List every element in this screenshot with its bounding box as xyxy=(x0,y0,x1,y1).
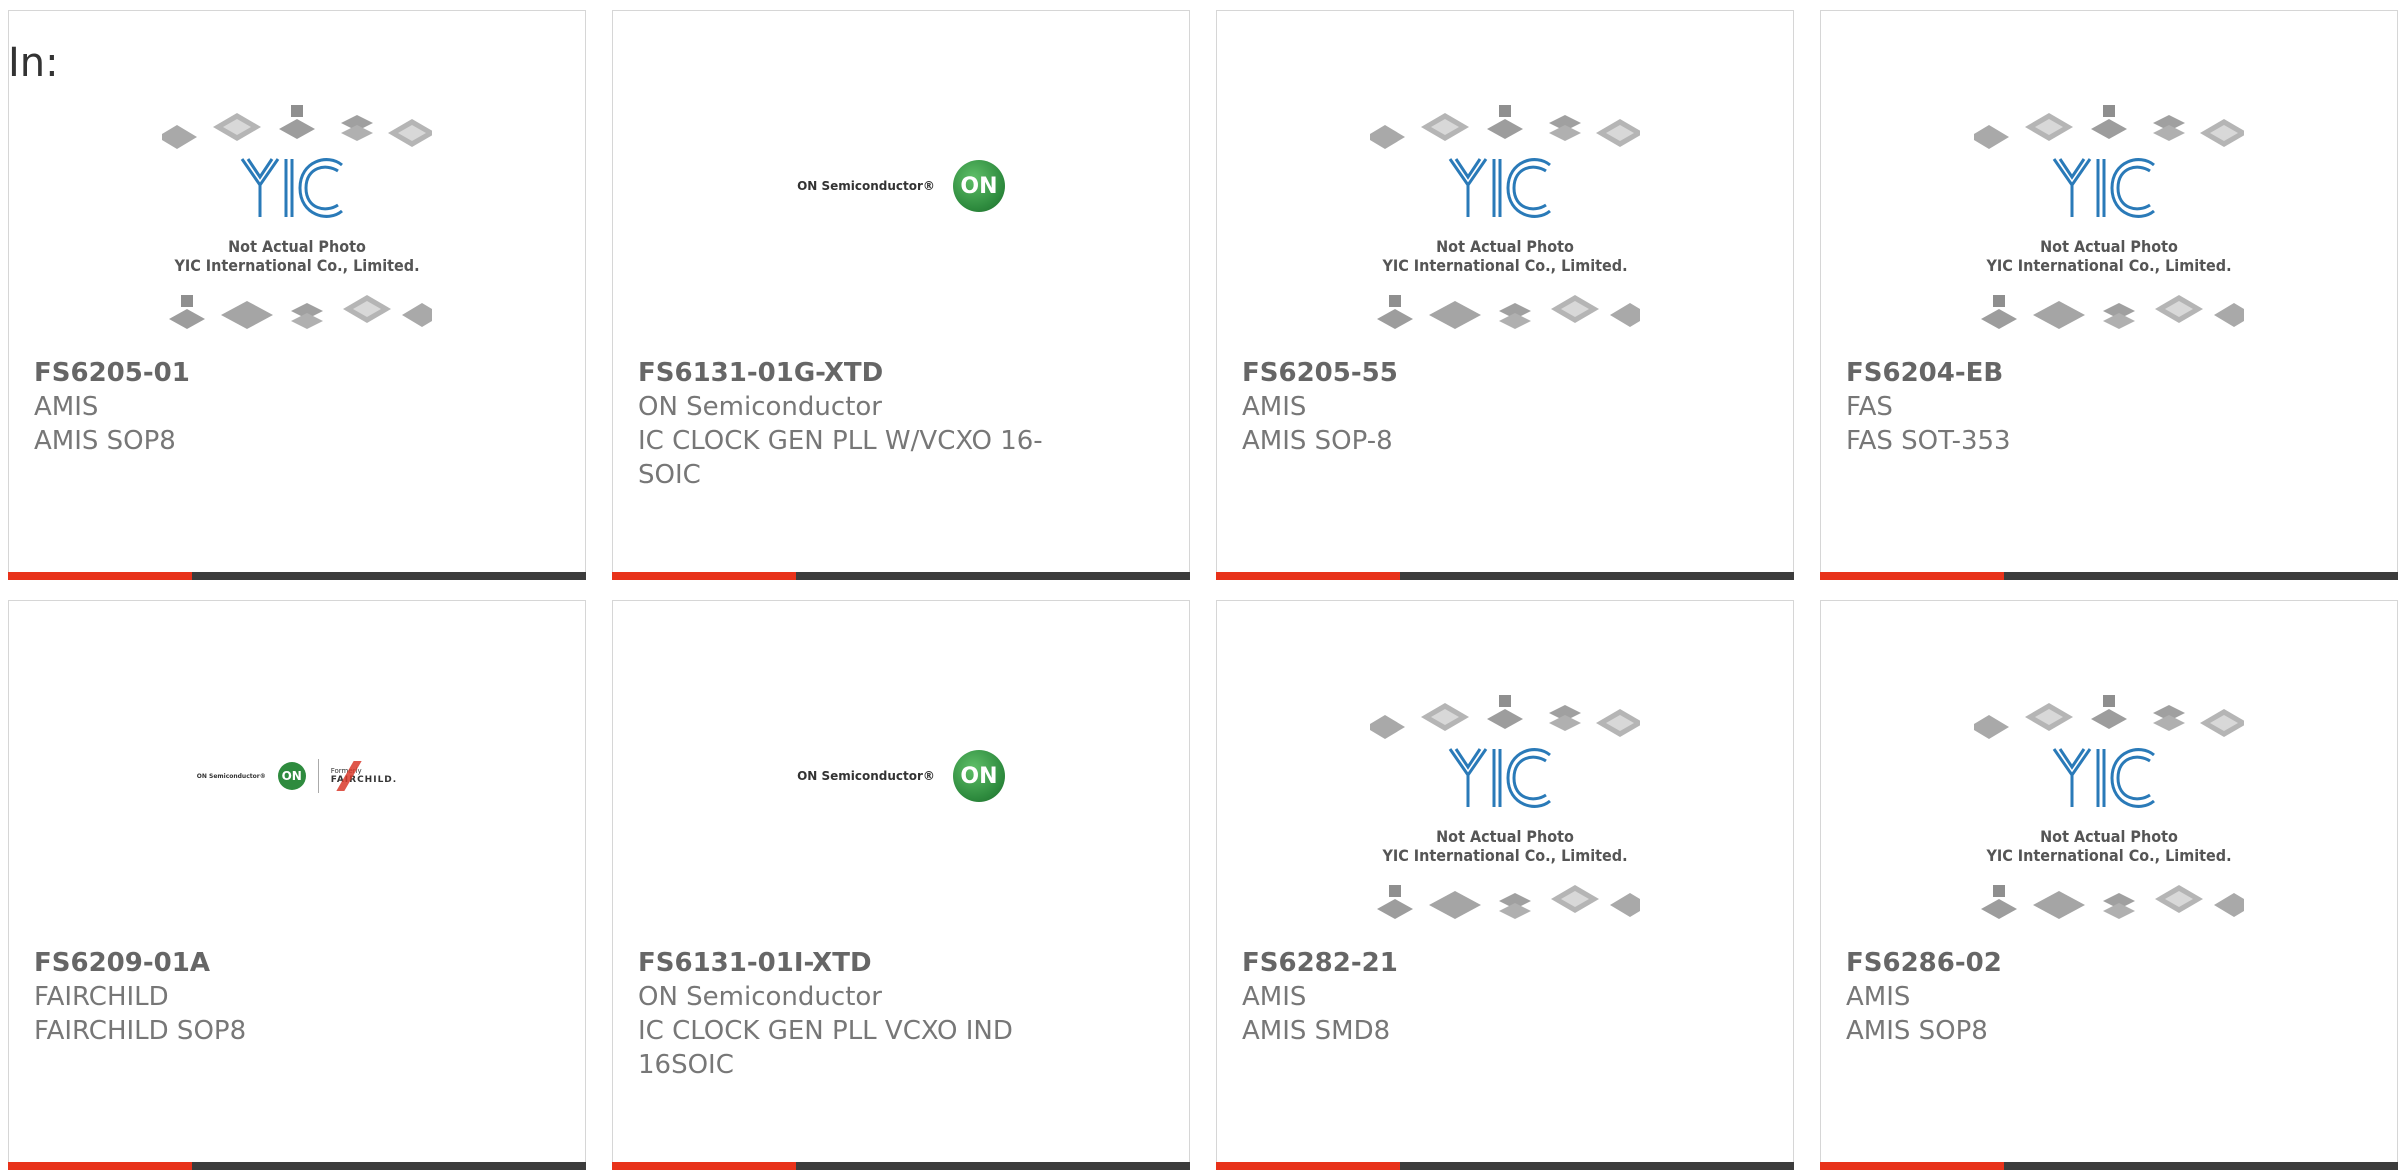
card-accent-bar xyxy=(1216,1162,1400,1170)
yic-caption-line2: YIC International Co., Limited. xyxy=(174,256,420,275)
product-image[interactable]: ON Semiconductor® ON xyxy=(613,681,1189,941)
manufacturer-name: AMIS xyxy=(34,392,99,422)
yic-placeholder-logo: Not Actual Photo YIC International Co., … xyxy=(1974,101,2244,341)
product-info: FS6204-EB FAS FAS SOT-353 xyxy=(1846,356,2297,458)
card-accent-bar xyxy=(8,572,192,580)
card-accent-bar xyxy=(1820,1162,2004,1170)
product-image[interactable]: Not Actual Photo YIC International Co., … xyxy=(9,91,585,351)
part-number[interactable]: FS6282-21 xyxy=(1242,946,1693,980)
product-image[interactable]: ON Semiconductor® ON Formerly FAIRCHILD. xyxy=(9,681,585,941)
yic-placeholder-logo: Not Actual Photo YIC International Co., … xyxy=(162,101,432,341)
yic-caption-line1: Not Actual Photo xyxy=(2040,827,2178,846)
on-badge-icon: ON xyxy=(952,160,1005,212)
part-number[interactable]: FS6209-01A xyxy=(34,946,485,980)
on-semiconductor-wordmark: ON Semiconductor® xyxy=(797,179,935,193)
product-image[interactable]: Not Actual Photo YIC International Co., … xyxy=(1821,91,2397,351)
yic-placeholder-logo: Not Actual Photo YIC International Co., … xyxy=(1974,691,2244,931)
card-bottom-bar xyxy=(612,572,1190,580)
card-bottom-bar xyxy=(1820,1162,2398,1170)
on-semiconductor-wordmark: ON Semiconductor® xyxy=(196,772,266,780)
card-accent-bar xyxy=(1820,572,2004,580)
product-description: IC CLOCK GEN PLL W/VCXO 16-SOIC xyxy=(638,426,1043,490)
product-info: FS6282-21 AMIS AMIS SMD8 xyxy=(1242,946,1693,1048)
product-card[interactable]: Not Actual Photo YIC International Co., … xyxy=(8,10,586,580)
yic-caption-line1: Not Actual Photo xyxy=(1436,237,1574,256)
product-description: FAIRCHILD SOP8 xyxy=(34,1016,247,1046)
card-accent-bar xyxy=(8,1162,192,1170)
on-badge-icon: ON xyxy=(952,750,1005,802)
on-badge-icon: ON xyxy=(277,762,306,790)
product-image[interactable]: Not Actual Photo YIC International Co., … xyxy=(1821,681,2397,941)
card-bottom-bar xyxy=(8,572,586,580)
product-info: FS6205-55 AMIS AMIS SOP-8 xyxy=(1242,356,1693,458)
manufacturer-name: FAIRCHILD xyxy=(34,982,169,1012)
manufacturer-name: ON Semiconductor xyxy=(638,982,882,1012)
product-info: FS6131-01G-XTD ON Semiconductor IC CLOCK… xyxy=(638,356,1089,492)
product-card[interactable]: ON Semiconductor® ON FS6131-01I-XTD ON Se… xyxy=(612,600,1190,1170)
fairchild-wordmark: Formerly FAIRCHILD. xyxy=(330,761,397,791)
yic-placeholder-logo: Not Actual Photo YIC International Co., … xyxy=(1370,101,1640,341)
card-bottom-bar xyxy=(1216,1162,1794,1170)
yic-caption-line1: Not Actual Photo xyxy=(2040,237,2178,256)
product-image[interactable]: Not Actual Photo YIC International Co., … xyxy=(1217,91,1793,351)
card-bottom-bar xyxy=(8,1162,586,1170)
card-accent-bar xyxy=(612,572,796,580)
yic-caption-line2: YIC International Co., Limited. xyxy=(1986,256,2232,275)
product-card[interactable]: Not Actual Photo YIC International Co., … xyxy=(1216,10,1794,580)
manufacturer-name: AMIS xyxy=(1846,982,1911,1012)
part-number[interactable]: FS6204-EB xyxy=(1846,356,2297,390)
part-number[interactable]: FS6286-02 xyxy=(1846,946,2297,980)
product-description: FAS SOT-353 xyxy=(1846,426,2011,456)
product-description: AMIS SMD8 xyxy=(1242,1016,1391,1046)
part-number[interactable]: FS6205-55 xyxy=(1242,356,1693,390)
on-semiconductor-logo: ON Semiconductor® ON xyxy=(797,750,1005,802)
part-number[interactable]: FS6131-01I-XTD xyxy=(638,946,1089,980)
yic-caption-line2: YIC International Co., Limited. xyxy=(1382,256,1628,275)
product-card[interactable]: Not Actual Photo YIC International Co., … xyxy=(1820,10,2398,580)
yic-placeholder-logo: Not Actual Photo YIC International Co., … xyxy=(1370,691,1640,931)
manufacturer-name: ON Semiconductor xyxy=(638,392,882,422)
yic-caption-line1: Not Actual Photo xyxy=(1436,827,1574,846)
product-description: AMIS SOP-8 xyxy=(1242,426,1393,456)
manufacturer-name: FAS xyxy=(1846,392,1893,422)
product-image[interactable]: ON Semiconductor® ON xyxy=(613,91,1189,351)
in-label: In: xyxy=(8,40,59,86)
product-card[interactable]: Not Actual Photo YIC International Co., … xyxy=(1820,600,2398,1170)
part-number[interactable]: FS6205-01 xyxy=(34,356,485,390)
product-info: FS6209-01A FAIRCHILD FAIRCHILD SOP8 xyxy=(34,946,485,1048)
manufacturer-name: AMIS xyxy=(1242,392,1307,422)
on-fairchild-logo: ON Semiconductor® ON Formerly FAIRCHILD. xyxy=(197,759,397,793)
card-bottom-bar xyxy=(1216,572,1794,580)
product-info: FS6286-02 AMIS AMIS SOP8 xyxy=(1846,946,2297,1048)
yic-caption-line2: YIC International Co., Limited. xyxy=(1382,846,1628,865)
product-info: FS6205-01 AMIS AMIS SOP8 xyxy=(34,356,485,458)
product-description: AMIS SOP8 xyxy=(34,426,176,456)
product-description: AMIS SOP8 xyxy=(1846,1016,1988,1046)
product-card[interactable]: ON Semiconductor® ON FS6131-01G-XTD ON Se… xyxy=(612,10,1190,580)
on-semiconductor-wordmark: ON Semiconductor® xyxy=(797,769,935,783)
product-info: FS6131-01I-XTD ON Semiconductor IC CLOCK… xyxy=(638,946,1089,1082)
card-bottom-bar xyxy=(612,1162,1190,1170)
product-image[interactable]: Not Actual Photo YIC International Co., … xyxy=(1217,681,1793,941)
manufacturer-name: AMIS xyxy=(1242,982,1307,1012)
card-bottom-bar xyxy=(1820,572,2398,580)
logo-divider xyxy=(317,759,319,793)
card-accent-bar xyxy=(1216,572,1400,580)
yic-caption-line2: YIC International Co., Limited. xyxy=(1986,846,2232,865)
part-number[interactable]: FS6131-01G-XTD xyxy=(638,356,1089,390)
on-semiconductor-logo: ON Semiconductor® ON xyxy=(797,160,1005,212)
fairchild-formerly-text: Formerly xyxy=(330,767,362,775)
product-card[interactable]: Not Actual Photo YIC International Co., … xyxy=(1216,600,1794,1170)
product-description: IC CLOCK GEN PLL VCXO IND 16SOIC xyxy=(638,1016,1013,1080)
card-accent-bar xyxy=(612,1162,796,1170)
yic-caption-line1: Not Actual Photo xyxy=(228,237,366,256)
product-card[interactable]: ON Semiconductor® ON Formerly FAIRCHILD. FS… xyxy=(8,600,586,1170)
